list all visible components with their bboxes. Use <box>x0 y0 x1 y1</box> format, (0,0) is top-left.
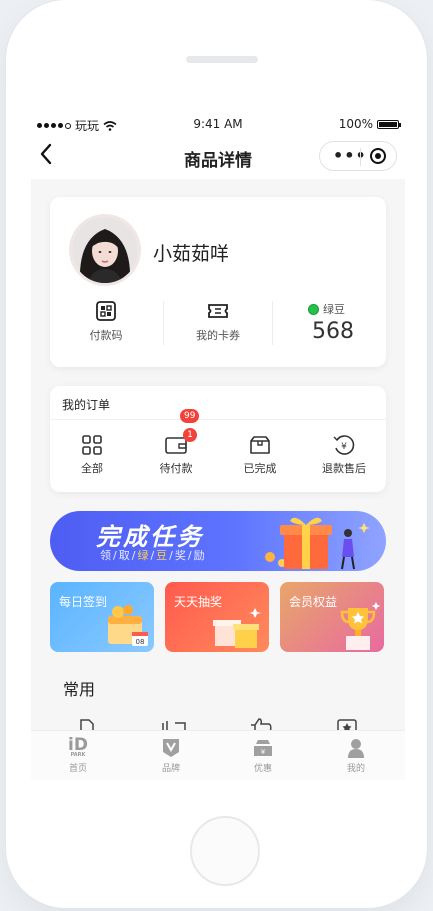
qr-code-icon <box>96 301 116 321</box>
status-right: 100% <box>338 117 401 131</box>
user-name: 小茹茹咩 <box>153 243 230 265</box>
user-icon <box>348 739 364 758</box>
green-beans-label[interactable]: 绿豆 <box>308 301 345 317</box>
order-done-label: 已完成 <box>243 462 277 475</box>
my-cards-label: 我的卡券 <box>196 329 240 342</box>
my-cards-button[interactable]: 我的卡券 <box>184 301 252 343</box>
pending-count-badge-top: 99 <box>180 409 200 423</box>
orders-title: 我的订单 <box>62 398 111 412</box>
daily-checkin-label: 每日签到 <box>59 595 108 609</box>
gift-box-illustration-icon <box>265 517 370 570</box>
grid-icon <box>82 435 102 455</box>
order-refund-button[interactable]: ¥ 退款售后 <box>309 434 379 476</box>
green-beans-value: 568 <box>312 319 354 344</box>
app-screen: 玩玩 9:41 AM 100% 商品详情 ••• 小茹茹咩 付款码 我的卡券 绿… <box>31 113 405 780</box>
speaker-slot <box>186 56 258 63</box>
tab-brand-label: 品牌 <box>161 764 180 774</box>
capsule-divider <box>360 148 361 166</box>
refund-icon: ¥ <box>333 435 355 455</box>
pay-code-label: 付款码 <box>89 329 123 342</box>
battery-percent: 100% <box>338 117 373 131</box>
order-refund-label: 退款售后 <box>322 462 366 475</box>
green-beans-text: 绿豆 <box>323 303 345 316</box>
profile-card: 小茹茹咩 付款码 我的卡券 绿豆 568 <box>50 197 386 367</box>
stat-divider <box>163 301 164 345</box>
tab-discount[interactable]: ¥ 优惠 <box>233 737 293 774</box>
task-banner[interactable]: 完成任务 领/取/绿/豆/奖/励 <box>50 511 386 571</box>
order-all-label: 全部 <box>81 462 103 475</box>
green-bean-icon <box>308 303 319 315</box>
order-all-button[interactable]: 全部 <box>57 434 127 476</box>
daily-checkin-tile[interactable]: 每日签到 08 <box>50 582 154 652</box>
pay-code-button[interactable]: 付款码 <box>72 301 140 343</box>
tab-mine[interactable]: 我的 <box>326 737 386 774</box>
close-target-icon[interactable] <box>370 148 386 164</box>
orders-divider <box>50 419 386 420</box>
battery-icon <box>377 119 401 129</box>
gift-boxes-icon <box>213 608 261 648</box>
miniapp-capsule: ••• <box>319 141 397 171</box>
discount-ticket-icon: ¥ <box>254 740 272 756</box>
member-benefits-tile[interactable]: 会员权益 <box>280 582 384 652</box>
tab-bar: iD PARK 首页 品牌 ¥ 优惠 我的 <box>31 730 405 780</box>
home-button[interactable] <box>190 816 260 886</box>
tab-mine-label: 我的 <box>346 764 365 774</box>
id-park-logo-icon: iD PARK <box>68 735 88 758</box>
orders-card: 我的订单 全部 待付款 99 1 已完成 ¥ 退款售后 <box>50 386 386 492</box>
daily-lottery-tile[interactable]: 天天抽奖 <box>165 582 269 652</box>
order-pending-label: 待付款 <box>159 462 193 475</box>
tab-discount-label: 优惠 <box>253 764 272 774</box>
brand-shield-icon <box>163 739 179 757</box>
order-done-button[interactable]: 已完成 <box>225 434 295 476</box>
pending-count-badge: 1 <box>183 428 197 442</box>
member-benefits-label: 会员权益 <box>289 595 338 609</box>
svg-text:¥: ¥ <box>261 748 266 756</box>
avatar[interactable] <box>72 217 138 283</box>
tab-home-label: 首页 <box>68 764 87 774</box>
tab-home[interactable]: iD PARK 首页 <box>48 735 108 775</box>
svg-text:¥: ¥ <box>341 442 347 452</box>
stat-divider <box>272 301 273 345</box>
more-dots-icon[interactable]: ••• <box>333 148 367 164</box>
frequent-section-title: 常用 <box>63 680 96 699</box>
order-pending-button[interactable]: 待付款 <box>141 434 211 476</box>
banner-subtitle: 领/取/绿/豆/奖/励 <box>100 549 207 562</box>
box-icon <box>250 436 270 454</box>
nav-bar: 商品详情 ••• <box>31 135 405 179</box>
ticket-icon <box>208 304 228 318</box>
calendar-coins-icon: 08 <box>108 605 148 646</box>
trophy-icon <box>340 602 381 650</box>
tab-brand[interactable]: 品牌 <box>141 737 201 774</box>
svg-text:08: 08 <box>136 638 145 646</box>
status-bar: 玩玩 9:41 AM 100% <box>31 113 405 135</box>
